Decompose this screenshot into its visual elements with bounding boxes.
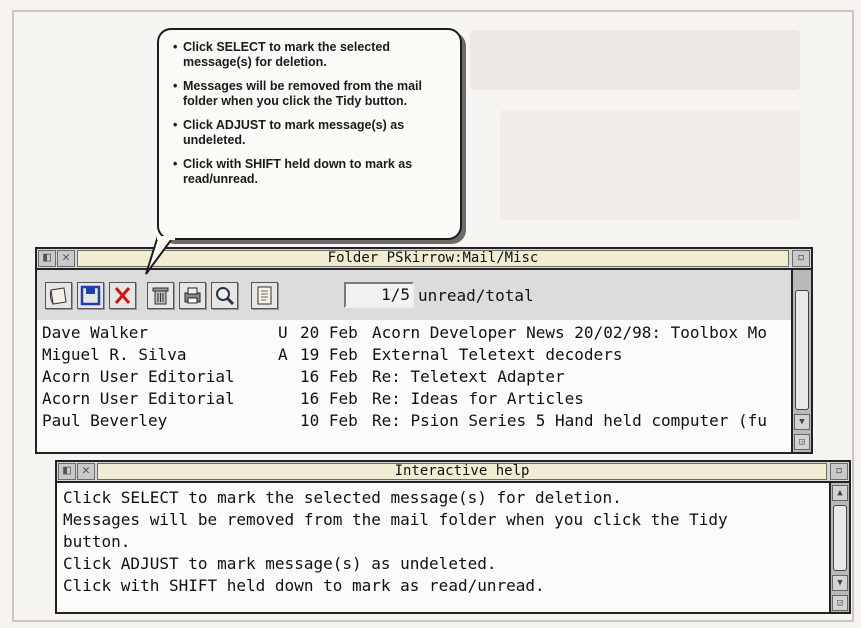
save-icon[interactable]	[77, 282, 104, 309]
scroll-thumb[interactable]	[833, 505, 847, 571]
message-subject: Acorn Developer News 20/02/98: Toolbox M…	[372, 323, 767, 342]
list-item[interactable]: Paul Beverley 10 Feb Re: Psion Series 5 …	[42, 410, 782, 432]
help-line: Click with SHIFT held down to mark as re…	[63, 576, 545, 595]
toolbar: 1/5 unread/total	[37, 270, 791, 320]
resize-icon[interactable]: ◲	[794, 434, 810, 450]
message-from: Paul Beverley	[42, 411, 168, 430]
scroll-up-arrow[interactable]: ▲	[832, 485, 848, 501]
message-list[interactable]: Dave Walker U 20 Feb Acorn Developer New…	[37, 320, 791, 452]
toggle-size-icon[interactable]: ▫	[792, 250, 810, 267]
message-from: Dave Walker	[42, 323, 148, 342]
message-subject: Re: Teletext Adapter	[372, 367, 565, 386]
scroll-down-arrow[interactable]: ▼	[832, 575, 848, 591]
help-line: button.	[63, 532, 131, 551]
close-icon[interactable]: ✕	[77, 463, 95, 480]
balloon-item: Click SELECT to mark the selected messag…	[173, 40, 450, 70]
message-flag: A	[278, 345, 288, 364]
balloon-tail	[145, 236, 176, 275]
list-item[interactable]: Dave Walker U 20 Feb Acorn Developer New…	[42, 322, 782, 344]
vertical-scrollbar[interactable]: ▲ ▼ ◲	[829, 483, 849, 612]
toggle-size-icon[interactable]: ▫	[830, 463, 848, 480]
help-balloon: Click SELECT to mark the selected messag…	[157, 28, 462, 240]
message-date: 10 Feb	[300, 411, 358, 430]
folder-window[interactable]: ◧ ✕ Folder PSkirrow:Mail/Misc ▫ 1/5 unre…	[35, 247, 813, 454]
search-icon[interactable]	[211, 282, 238, 309]
list-item[interactable]: Acorn User Editorial 16 Feb Re: Teletext…	[42, 366, 782, 388]
scroll-down-arrow[interactable]: ▼	[794, 414, 810, 430]
message-from: Miguel R. Silva	[42, 345, 187, 364]
unread-count-field: 1/5	[344, 282, 414, 308]
count-label: unread/total	[418, 286, 534, 305]
help-titlebar[interactable]: ◧ ✕ Interactive help ▫	[57, 462, 849, 483]
faded-background	[500, 110, 800, 220]
resize-icon[interactable]: ◲	[832, 595, 848, 611]
message-flag: U	[278, 323, 288, 342]
help-text-area: Click SELECT to mark the selected messag…	[57, 483, 829, 612]
compose-icon[interactable]	[45, 282, 72, 309]
message-subject: Re: Ideas for Articles	[372, 389, 584, 408]
list-item[interactable]: Miguel R. Silva A 19 Feb External Telete…	[42, 344, 782, 366]
balloon-item: Click ADJUST to mark message(s) as undel…	[173, 118, 450, 148]
message-from: Acorn User Editorial	[42, 367, 235, 386]
scroll-thumb[interactable]	[795, 290, 809, 410]
message-date: 19 Feb	[300, 345, 358, 364]
message-date: 16 Feb	[300, 389, 358, 408]
message-date: 16 Feb	[300, 367, 358, 386]
message-from: Acorn User Editorial	[42, 389, 235, 408]
window-title[interactable]: Folder PSkirrow:Mail/Misc	[77, 250, 789, 267]
help-line: Click ADJUST to mark message(s) as undel…	[63, 554, 497, 573]
print-icon[interactable]	[179, 282, 206, 309]
list-item[interactable]: Acorn User Editorial 16 Feb Re: Ideas fo…	[42, 388, 782, 410]
message-date: 20 Feb	[300, 323, 358, 342]
faded-background	[470, 30, 800, 90]
help-line: Click SELECT to mark the selected messag…	[63, 488, 622, 507]
vertical-scrollbar[interactable]: ▼ ◲	[791, 270, 811, 452]
trash-icon[interactable]	[147, 282, 174, 309]
window-title[interactable]: Interactive help	[97, 463, 827, 480]
balloon-item: Click with SHIFT held down to mark as re…	[173, 157, 450, 187]
help-line: Messages will be removed from the mail f…	[63, 510, 728, 529]
close-icon[interactable]: ✕	[57, 250, 75, 267]
message-subject: Re: Psion Series 5 Hand held computer (f…	[372, 411, 767, 430]
delete-icon[interactable]	[109, 282, 136, 309]
back-icon[interactable]: ◧	[58, 463, 76, 480]
help-window[interactable]: ◧ ✕ Interactive help ▫ Click SELECT to m…	[55, 460, 851, 614]
notes-icon[interactable]	[251, 282, 278, 309]
balloon-item: Messages will be removed from the mail f…	[173, 79, 450, 109]
back-icon[interactable]: ◧	[38, 250, 56, 267]
message-subject: External Teletext decoders	[372, 345, 623, 364]
